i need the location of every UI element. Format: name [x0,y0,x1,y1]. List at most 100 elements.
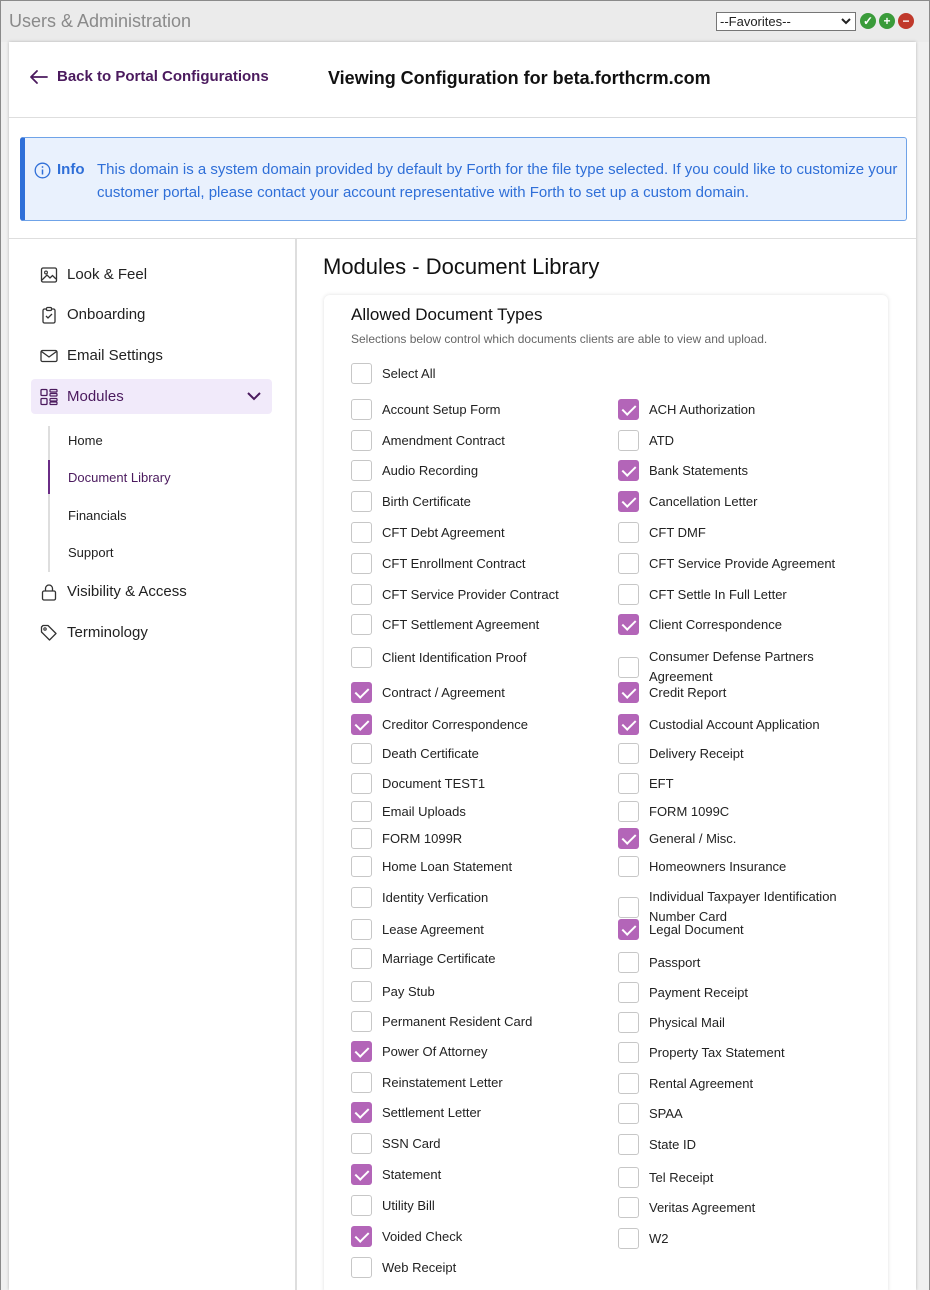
document-type-row[interactable]: Death Certificate [351,743,479,764]
add-favorite-button[interactable]: + [879,13,895,29]
document-type-checkbox[interactable] [351,948,372,969]
document-type-row[interactable]: EFT [618,773,864,794]
document-type-checkbox[interactable] [351,714,372,735]
chevron-down-icon[interactable] [246,388,262,404]
document-type-checkbox[interactable] [351,801,372,822]
document-type-checkbox[interactable] [618,1042,639,1063]
document-type-checkbox[interactable] [618,1228,639,1249]
document-type-row[interactable]: Birth Certificate [351,491,471,512]
document-type-checkbox[interactable] [351,887,372,908]
document-type-row[interactable]: CFT Settle In Full Letter [618,584,864,605]
document-type-row[interactable]: Home Loan Statement [351,856,512,877]
document-type-row[interactable]: Property Tax Statement [618,1042,864,1063]
document-type-row[interactable]: Client Correspondence [618,614,864,635]
document-type-row[interactable]: Homeowners Insurance [618,856,864,877]
document-type-row[interactable]: Creditor Correspondence [351,714,528,735]
document-type-checkbox[interactable] [618,614,639,635]
document-type-row[interactable]: Pay Stub [351,981,435,1002]
document-type-checkbox[interactable] [351,614,372,635]
document-type-row[interactable]: Passport [618,952,864,973]
document-type-checkbox[interactable] [351,1041,372,1062]
sidebar-item-onboarding[interactable]: Onboarding [31,297,272,332]
document-type-row[interactable]: CFT Settlement Agreement [351,614,539,635]
document-type-row[interactable]: W2 [618,1228,864,1249]
document-type-row[interactable]: Settlement Letter [351,1102,481,1123]
document-type-row[interactable]: ATD [618,430,864,451]
sidebar-item-terminology[interactable]: Terminology [31,615,272,650]
document-type-checkbox[interactable] [351,856,372,877]
sidebar-item-email-settings[interactable]: Email Settings [31,338,272,373]
document-type-checkbox[interactable] [351,1226,372,1247]
document-type-row[interactable]: Document TEST1 [351,773,485,794]
document-type-checkbox[interactable] [618,828,639,849]
document-type-checkbox[interactable] [351,553,372,574]
document-type-checkbox[interactable] [351,1102,372,1123]
favorites-select[interactable]: --Favorites-- [716,12,856,31]
document-type-row[interactable]: Client Identification Proof [351,647,527,668]
document-type-checkbox[interactable] [351,399,372,420]
document-type-row[interactable]: Email Uploads [351,801,466,822]
document-type-row[interactable]: Account Setup Form [351,399,501,420]
document-type-checkbox[interactable] [351,1195,372,1216]
document-type-checkbox[interactable] [618,714,639,735]
document-type-checkbox[interactable] [351,919,372,940]
back-to-portal-configurations-link[interactable]: Back to Portal Configurations [29,68,269,85]
document-type-row[interactable]: Rental Agreement [618,1073,864,1094]
document-type-row[interactable]: FORM 1099C [618,801,864,822]
document-type-row[interactable]: Identity Verfication [351,887,488,908]
document-type-row[interactable]: Web Receipt [351,1257,456,1278]
document-type-row[interactable]: State ID [618,1134,864,1155]
document-type-checkbox[interactable] [618,1134,639,1155]
document-type-row[interactable]: Statement [351,1164,441,1185]
document-type-row[interactable]: Reinstatement Letter [351,1072,503,1093]
sidebar-item-visibility-access[interactable]: Visibility & Access [31,574,272,609]
document-type-checkbox[interactable] [618,399,639,420]
document-type-checkbox[interactable] [351,522,372,543]
document-type-row[interactable]: Credit Report [618,682,864,703]
document-type-checkbox[interactable] [618,773,639,794]
document-type-checkbox[interactable] [618,584,639,605]
document-type-row[interactable]: Utility Bill [351,1195,435,1216]
document-type-checkbox[interactable] [618,982,639,1003]
document-type-checkbox[interactable] [618,656,639,678]
document-type-row[interactable]: Custodial Account Application [618,714,864,735]
document-type-checkbox[interactable] [351,491,372,512]
select-all-checkbox-row[interactable]: Select All [351,363,435,384]
subnav-item-document-library[interactable]: Document Library [68,470,171,485]
document-type-checkbox[interactable] [618,919,639,940]
document-type-checkbox[interactable] [351,743,372,764]
document-type-checkbox[interactable] [351,1011,372,1032]
sidebar-item-modules[interactable]: Modules [31,379,272,414]
document-type-row[interactable]: Payment Receipt [618,982,864,1003]
document-type-checkbox[interactable] [618,553,639,574]
document-type-row[interactable]: FORM 1099R [351,828,462,849]
document-type-row[interactable]: SSN Card [351,1133,441,1154]
document-type-row[interactable]: Permanent Resident Card [351,1011,532,1032]
select-all-checkbox[interactable] [351,363,372,384]
document-type-row[interactable]: Voided Check [351,1226,462,1247]
document-type-checkbox[interactable] [618,1073,639,1094]
document-type-row[interactable]: Legal Document [618,919,864,940]
document-type-checkbox[interactable] [618,1012,639,1033]
document-type-checkbox[interactable] [351,1257,372,1278]
document-type-checkbox[interactable] [351,430,372,451]
document-type-checkbox[interactable] [618,856,639,877]
document-type-row[interactable]: Veritas Agreement [618,1197,864,1218]
document-type-checkbox[interactable] [351,773,372,794]
document-type-row[interactable]: Physical Mail [618,1012,864,1033]
document-type-row[interactable]: Delivery Receipt [618,743,864,764]
document-type-checkbox[interactable] [618,801,639,822]
document-type-checkbox[interactable] [351,981,372,1002]
document-type-checkbox[interactable] [618,952,639,973]
document-type-row[interactable]: Contract / Agreement [351,682,505,703]
document-type-checkbox[interactable] [351,1072,372,1093]
document-type-checkbox[interactable] [351,584,372,605]
document-type-checkbox[interactable] [618,460,639,481]
document-type-checkbox[interactable] [351,647,372,668]
document-type-row[interactable]: Amendment Contract [351,430,505,451]
document-type-checkbox[interactable] [351,1133,372,1154]
document-type-row[interactable]: Audio Recording [351,460,478,481]
document-type-checkbox[interactable] [618,682,639,703]
document-type-checkbox[interactable] [351,1164,372,1185]
document-type-row[interactable]: Tel Receipt [618,1167,864,1188]
